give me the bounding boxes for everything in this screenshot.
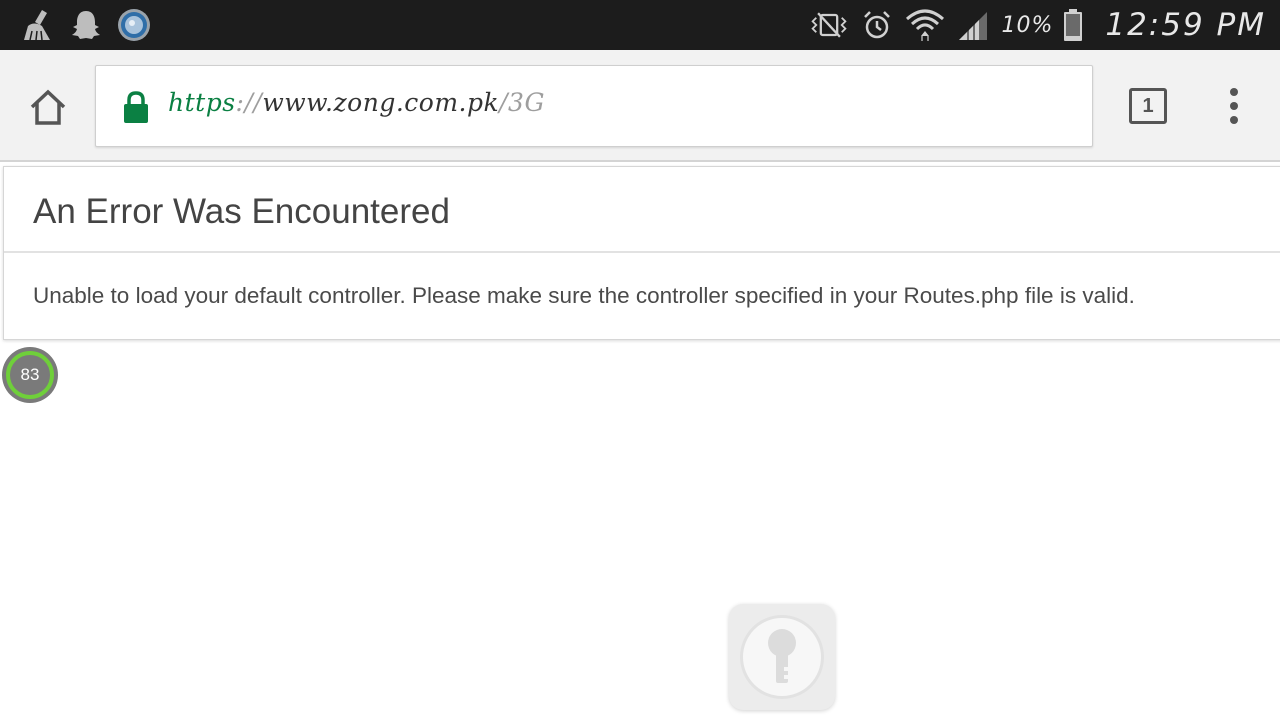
system-status-icons: 10% 12:59 PM: [809, 0, 1266, 50]
error-divider: [4, 251, 1280, 253]
address-bar[interactable]: https://www.zong.com.pk/3G: [95, 65, 1093, 147]
url-host: www.zong.com.pk: [262, 88, 500, 117]
overflow-menu-icon: [1230, 88, 1238, 96]
overflow-menu-button[interactable]: [1222, 84, 1246, 128]
circular-app-icon: [116, 7, 152, 43]
wifi-icon: [905, 7, 945, 43]
floating-key-bubble[interactable]: [729, 604, 835, 710]
home-button[interactable]: [24, 84, 72, 130]
tab-switcher-button[interactable]: 1: [1129, 88, 1167, 124]
score-badge-value: 83: [20, 365, 40, 384]
alarm-clock-icon: [857, 7, 897, 43]
error-title: An Error Was Encountered: [33, 192, 450, 231]
status-clock: 12:59 PM: [1105, 7, 1266, 43]
error-message: Unable to load your default controller. …: [33, 283, 1135, 308]
home-icon: [30, 89, 66, 125]
lock-icon: [124, 91, 148, 123]
url-path: /3G: [499, 88, 545, 117]
url-text[interactable]: https://www.zong.com.pk/3G: [168, 88, 545, 117]
error-panel: An Error Was Encountered Unable to load …: [3, 166, 1280, 340]
cellular-signal-icon: [953, 7, 993, 43]
key-icon: [768, 629, 796, 683]
snapchat-ghost-icon: [68, 7, 104, 43]
notification-icons: [20, 7, 152, 43]
url-scheme: https: [168, 88, 236, 117]
browser-toolbar: https://www.zong.com.pk/3G 1: [0, 50, 1280, 162]
battery-percentage: 10%: [1001, 12, 1054, 38]
vibrate-mode-icon: [809, 7, 849, 43]
battery-icon: [1061, 7, 1085, 43]
status-bar: 10% 12:59 PM: [0, 0, 1280, 50]
floating-score-badge[interactable]: 83: [2, 347, 58, 403]
url-separator: ://: [235, 88, 263, 117]
cleaner-broom-icon: [20, 7, 56, 43]
tab-count: 1: [1142, 94, 1154, 117]
